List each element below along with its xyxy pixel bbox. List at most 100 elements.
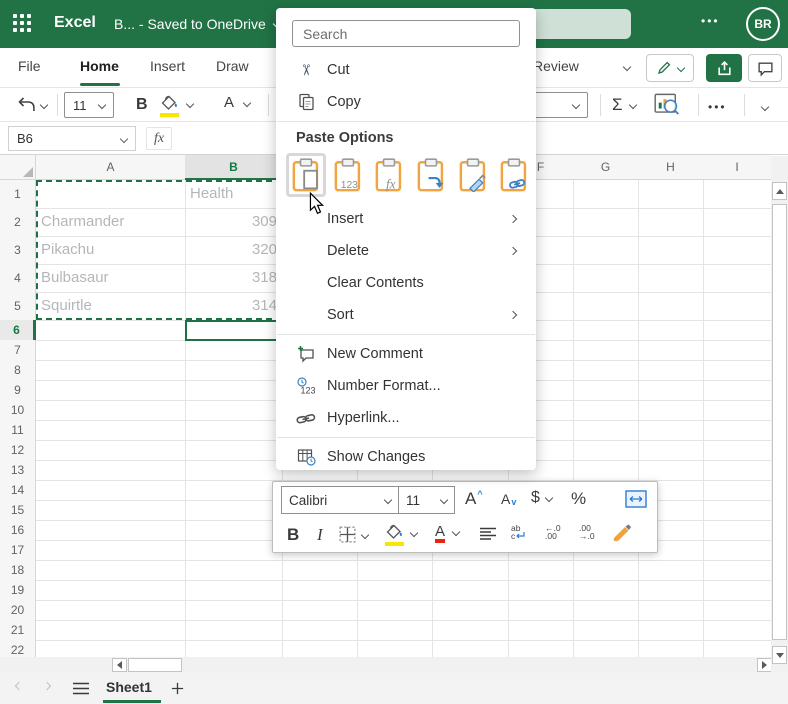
increase-decimal-button[interactable]: .00 →.0: [579, 524, 595, 541]
tab-draw[interactable]: Draw: [216, 58, 249, 74]
row-header-2[interactable]: 2: [0, 208, 36, 237]
menu-item-sort[interactable]: Sort: [276, 299, 536, 331]
tab-home[interactable]: Home: [80, 58, 119, 74]
row-header-10[interactable]: 10: [0, 400, 36, 421]
select-all-corner[interactable]: [0, 155, 36, 180]
menu-item-insert[interactable]: Insert: [276, 203, 536, 235]
all-sheets-icon[interactable]: [72, 682, 90, 695]
horizontal-scroll-thumb[interactable]: [128, 658, 182, 672]
bold-button[interactable]: B: [136, 96, 148, 114]
format-painter-button[interactable]: [613, 524, 633, 543]
merge-center-button[interactable]: [625, 490, 647, 508]
fill-color-button[interactable]: [160, 95, 195, 117]
menu-item-clear-contents[interactable]: Clear Contents: [276, 267, 536, 299]
menu-item-number-format[interactable]: 123 Number Format...: [276, 370, 536, 402]
next-sheet-chevron-icon[interactable]: [42, 681, 52, 691]
row-header-11[interactable]: 11: [0, 420, 36, 441]
row-header-13[interactable]: 13: [0, 460, 36, 481]
vertical-scroll-thumb[interactable]: [772, 204, 787, 640]
paste-values-button[interactable]: 123: [328, 153, 368, 197]
active-cell[interactable]: [185, 320, 283, 341]
column-header-A[interactable]: A: [36, 155, 186, 180]
fill-color-button[interactable]: [385, 524, 419, 546]
row-header-21[interactable]: 21: [0, 620, 36, 641]
decrease-decimal-button[interactable]: ←.0 .00: [545, 524, 561, 541]
tab-file[interactable]: File: [18, 58, 41, 74]
tab-overflow-chevron-icon[interactable]: [622, 62, 632, 72]
row-header-12[interactable]: 12: [0, 440, 36, 461]
row-header-15[interactable]: 15: [0, 500, 36, 521]
cell-B2[interactable]: 309: [186, 208, 277, 236]
row-header-20[interactable]: 20: [0, 600, 36, 621]
menu-item-new-comment[interactable]: New Comment: [276, 338, 536, 370]
menu-item-delete[interactable]: Delete: [276, 235, 536, 267]
row-header-18[interactable]: 18: [0, 560, 36, 581]
font-name-select[interactable]: Calibri: [281, 486, 399, 514]
undo-button[interactable]: [16, 96, 49, 114]
scroll-down-button[interactable]: [772, 646, 787, 664]
vertical-scrollbar[interactable]: [771, 156, 788, 673]
previous-sheet-chevron-icon[interactable]: [14, 681, 24, 691]
tab-review[interactable]: Review: [533, 58, 579, 74]
cell-A3[interactable]: Pikachu: [37, 236, 180, 264]
row-header-6[interactable]: 6: [0, 320, 36, 341]
cell-A2[interactable]: Charmander: [37, 208, 180, 236]
accounting-format-button[interactable]: $: [531, 489, 554, 507]
scroll-up-button[interactable]: [772, 182, 787, 200]
app-name[interactable]: Excel: [54, 14, 96, 32]
column-header-I[interactable]: I: [703, 155, 771, 180]
font-color-button[interactable]: A: [224, 95, 462, 124]
paste-formulas-button[interactable]: fx: [369, 153, 409, 197]
borders-button[interactable]: [339, 526, 370, 543]
analyze-data-button[interactable]: [654, 93, 680, 117]
row-header-19[interactable]: 19: [0, 580, 36, 601]
paste-transpose-button[interactable]: [411, 153, 451, 197]
font-size-select[interactable]: 11: [64, 92, 114, 118]
row-header-8[interactable]: 8: [0, 360, 36, 381]
sheet-tab-sheet1[interactable]: Sheet1: [106, 679, 152, 695]
font-size-select[interactable]: 11: [398, 486, 455, 514]
cell-B5[interactable]: 314: [186, 292, 277, 320]
column-header-G[interactable]: G: [573, 155, 639, 180]
percent-style-button[interactable]: %: [571, 489, 586, 509]
row-header-16[interactable]: 16: [0, 520, 36, 541]
scroll-right-button[interactable]: [757, 658, 772, 672]
wrap-text-button[interactable]: ab c: [511, 524, 525, 540]
context-menu-search-input[interactable]: [292, 20, 520, 47]
avatar[interactable]: BR: [746, 7, 780, 41]
menu-item-show-changes[interactable]: Show Changes: [276, 441, 536, 470]
column-header-H[interactable]: H: [638, 155, 704, 180]
row-header-9[interactable]: 9: [0, 380, 36, 401]
menu-item-hyperlink[interactable]: Hyperlink...: [276, 402, 536, 434]
cell-A4[interactable]: Bulbasaur: [37, 264, 180, 292]
bold-button[interactable]: B: [287, 525, 299, 545]
menu-item-copy[interactable]: Copy: [276, 86, 536, 118]
app-launcher-icon[interactable]: [13, 14, 31, 32]
add-sheet-button[interactable]: [170, 681, 185, 696]
editing-mode-button[interactable]: [646, 54, 694, 82]
document-title[interactable]: B... - Saved to OneDrive: [114, 16, 281, 32]
font-color-button[interactable]: A: [435, 524, 461, 543]
row-header-14[interactable]: 14: [0, 480, 36, 501]
share-button[interactable]: [706, 54, 742, 82]
italic-button[interactable]: I: [317, 525, 323, 545]
row-header-4[interactable]: 4: [0, 264, 36, 293]
alignment-button[interactable]: [479, 527, 497, 541]
column-header-B[interactable]: B: [185, 155, 283, 180]
row-header-5[interactable]: 5: [0, 292, 36, 321]
header-more-button[interactable]: •••: [701, 14, 720, 28]
collapse-ribbon-chevron-icon[interactable]: [760, 102, 770, 112]
insert-function-button[interactable]: fx: [146, 127, 172, 150]
row-header-7[interactable]: 7: [0, 340, 36, 361]
horizontal-scrollbar[interactable]: [0, 657, 788, 673]
menu-item-cut[interactable]: ✂ Cut: [276, 54, 536, 86]
row-header-1[interactable]: 1: [0, 180, 36, 209]
row-header-22[interactable]: 22: [0, 640, 36, 657]
row-header-3[interactable]: 3: [0, 236, 36, 265]
autosum-button[interactable]: Σ: [612, 95, 637, 115]
cell-A5[interactable]: Squirtle: [37, 292, 180, 320]
grow-font-button[interactable]: A ^: [465, 489, 483, 509]
cell-B3[interactable]: 320: [186, 236, 277, 264]
scroll-left-button[interactable]: [112, 658, 127, 672]
tab-insert[interactable]: Insert: [150, 58, 185, 74]
